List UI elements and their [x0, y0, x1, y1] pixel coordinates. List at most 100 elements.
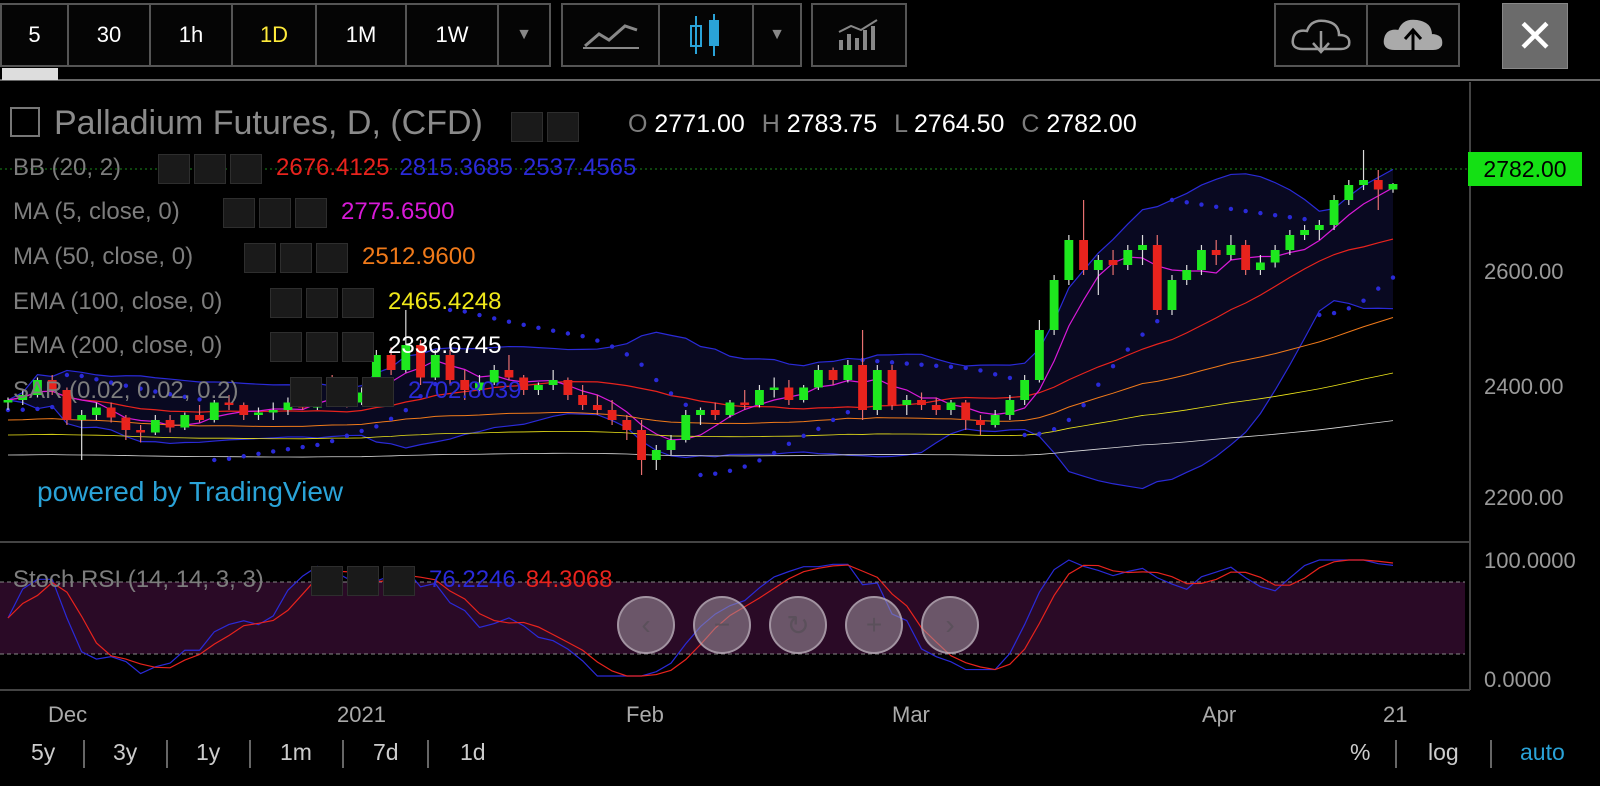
chart-title: Palladium Futures, D, (CFD)	[10, 104, 583, 145]
sar-dot	[1140, 332, 1145, 337]
close-icon[interactable]	[342, 288, 374, 318]
gear-icon[interactable]	[326, 377, 358, 407]
sar-dot	[226, 456, 232, 461]
sar-dot	[1096, 382, 1101, 387]
gear-icon[interactable]	[546, 111, 579, 142]
candle-body	[1255, 262, 1265, 270]
sar-dot	[271, 449, 276, 454]
close-icon[interactable]	[383, 566, 415, 596]
candle-body	[1182, 270, 1192, 280]
candle-body	[3, 400, 13, 403]
candle-body	[666, 440, 676, 450]
sar-dot	[757, 458, 762, 463]
chart-title-text: Palladium Futures, D, (CFD)	[54, 104, 483, 142]
eye-icon[interactable]	[158, 154, 190, 184]
scroll-right-button[interactable]: ›	[921, 596, 979, 654]
sar-dot	[845, 410, 851, 415]
sar-dot	[285, 446, 291, 452]
candle-body	[1049, 280, 1059, 330]
candle-body	[77, 415, 87, 420]
close-icon[interactable]	[342, 332, 374, 362]
sar-dot	[992, 372, 998, 377]
eye-icon[interactable]	[270, 288, 302, 318]
indicator-controls	[244, 243, 352, 273]
eye-icon[interactable]	[223, 198, 255, 228]
log-scale-toggle[interactable]: log	[1428, 739, 1459, 766]
auto-scale-toggle[interactable]: auto	[1520, 739, 1565, 766]
range-1m[interactable]: 1m	[280, 739, 312, 766]
candle-body	[887, 370, 897, 405]
divider	[342, 740, 344, 768]
candle-body	[696, 410, 705, 415]
close-icon[interactable]	[316, 243, 348, 273]
gear-icon[interactable]	[259, 198, 291, 228]
sar-dot	[212, 457, 217, 463]
high-value: 2783.75	[786, 110, 878, 138]
eye-icon[interactable]	[290, 377, 322, 407]
gear-icon[interactable]	[194, 154, 226, 184]
range-1d[interactable]: 1d	[460, 739, 486, 766]
sar-dot	[329, 438, 335, 444]
eye-icon[interactable]	[270, 332, 302, 362]
candle-body	[1314, 225, 1324, 230]
range-1y[interactable]: 1y	[196, 739, 220, 766]
candle-body	[931, 405, 941, 410]
close-label: C	[1021, 110, 1040, 138]
x-axis-label: Dec	[48, 702, 88, 727]
eye-icon[interactable]	[510, 111, 543, 142]
sar-dot	[771, 450, 777, 456]
stoch-name: Stoch RSI (14, 14, 3, 3)	[13, 566, 264, 594]
low-value: 2764.50	[914, 110, 1005, 138]
zoom-in-button[interactable]: +	[845, 596, 903, 654]
indicator-controls	[158, 154, 266, 184]
close-value: 2782.00	[1046, 110, 1137, 138]
candle-body	[136, 430, 146, 433]
sar-dot	[1376, 286, 1381, 291]
powered-by-link[interactable]: powered by TradingView	[37, 476, 343, 508]
reset-button[interactable]: ↻	[769, 596, 827, 654]
scroll-handle[interactable]	[2, 68, 58, 80]
gear-icon[interactable]	[280, 243, 312, 273]
eye-icon[interactable]	[311, 566, 343, 596]
percent-scale-toggle[interactable]: %	[1350, 739, 1370, 766]
candle-body	[1093, 260, 1103, 270]
candle-body	[1064, 240, 1074, 280]
range-3y[interactable]: 3y	[113, 739, 137, 766]
sar-dot	[801, 433, 806, 439]
indicator-controls	[270, 288, 378, 318]
sar-dot	[609, 344, 615, 349]
candle-body	[651, 450, 661, 460]
candle-body	[1167, 280, 1177, 310]
x-axis-label: Mar	[892, 702, 930, 727]
range-5y[interactable]: 5y	[31, 739, 55, 766]
ohlc-readout: O 2771.00 H 2783.75 L 2764.50 C 2782.00	[628, 110, 1137, 139]
sar-dot	[654, 377, 659, 383]
scroll-left-button[interactable]: ‹	[617, 596, 675, 654]
candle-body	[828, 370, 838, 380]
indicator-row: EMA (100, close, 0) 2465.4248	[13, 288, 501, 318]
candle-body	[637, 430, 646, 460]
candle-body	[1344, 185, 1354, 200]
close-icon[interactable]	[362, 377, 394, 407]
high-label: H	[761, 110, 780, 138]
candle-body	[1123, 250, 1133, 265]
close-icon[interactable]	[230, 154, 262, 184]
gear-icon[interactable]	[347, 566, 379, 596]
gear-icon[interactable]	[306, 288, 338, 318]
range-7d[interactable]: 7d	[373, 739, 399, 766]
indicator-name: SAR (0.02, 0.02, 0.2)	[13, 377, 239, 405]
collapse-icon[interactable]	[10, 107, 40, 138]
stoch-axis-label: 100.0000	[1484, 548, 1576, 573]
candle-body	[961, 402, 971, 420]
gear-icon[interactable]	[306, 332, 338, 362]
sar-dot	[963, 365, 968, 371]
sar-dot	[1169, 197, 1175, 203]
sar-dot	[919, 362, 924, 367]
close-icon[interactable]	[295, 198, 327, 228]
candle-body	[902, 400, 912, 405]
zoom-out-button[interactable]: −	[693, 596, 751, 654]
sar-dot	[1037, 431, 1042, 436]
candle-body	[813, 370, 823, 388]
eye-icon[interactable]	[244, 243, 276, 273]
sar-dot	[1272, 212, 1278, 218]
